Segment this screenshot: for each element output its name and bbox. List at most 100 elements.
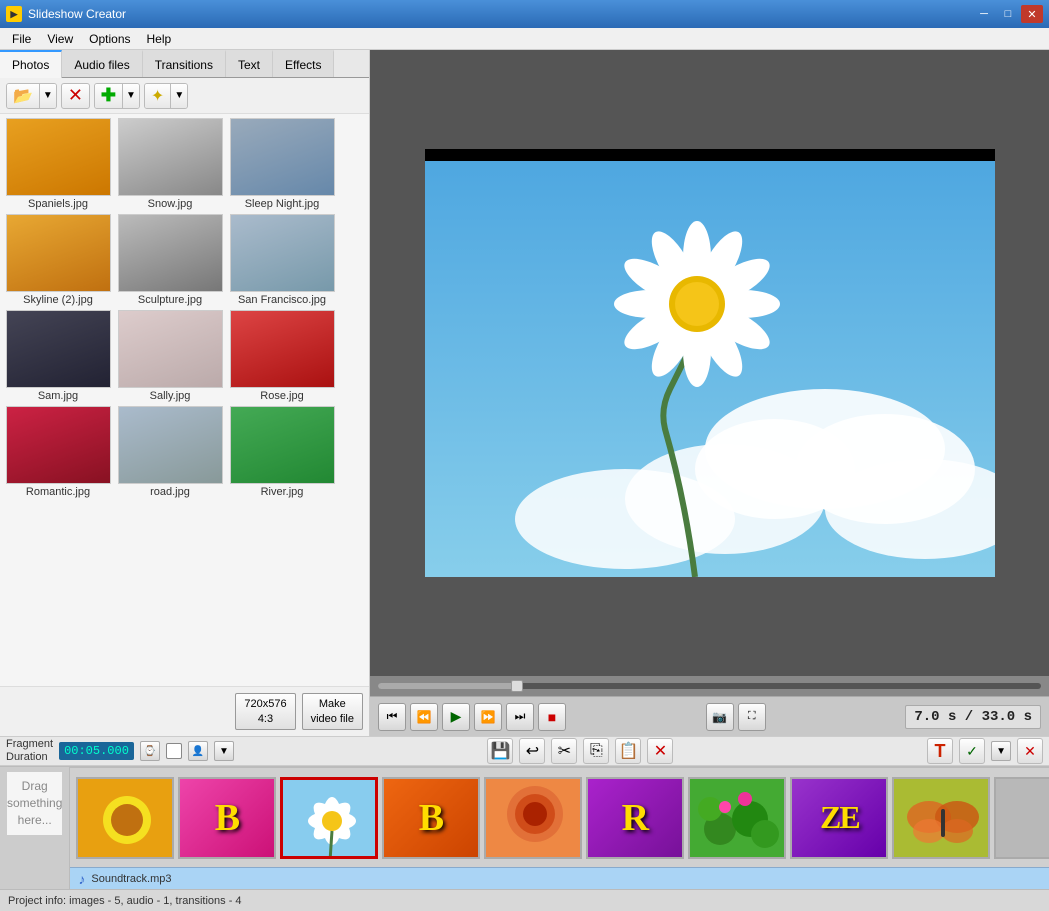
preview-svg xyxy=(425,149,995,577)
star-main[interactable]: ✦ xyxy=(145,84,170,108)
star-button-split[interactable]: ✦ ▼ xyxy=(144,83,188,109)
fragment-time-btn[interactable]: ⌚ xyxy=(140,741,160,761)
timeline-thumb-svg xyxy=(78,779,174,859)
music-icon: ♪ xyxy=(78,871,85,887)
seekbar-handle[interactable] xyxy=(511,680,523,692)
left-panel: Photos Audio files Transitions Text Effe… xyxy=(0,50,370,736)
list-item[interactable]: Sleep Night.jpg xyxy=(228,118,336,210)
fragment-face-btn[interactable]: 👤 xyxy=(188,741,208,761)
list-item[interactable]: Snow.jpg xyxy=(116,118,224,210)
fragment-bar: FragmentDuration 00:05.000 ⌚ 👤 ▼ 💾 ↩ ✂ ⎘… xyxy=(0,736,1049,766)
preview-image xyxy=(425,149,995,577)
timeline: B B xyxy=(70,767,1049,867)
tab-bar: Photos Audio files Transitions Text Effe… xyxy=(0,50,369,78)
fragment-arrow-btn[interactable]: ▼ xyxy=(214,741,234,761)
add-arrow[interactable]: ▼ xyxy=(122,84,139,108)
status-text: Project info: images - 5, audio - 1, tra… xyxy=(8,895,242,907)
confirm-button[interactable]: ✓ xyxy=(959,738,985,764)
fragment-checkbox[interactable] xyxy=(166,743,182,759)
paste-button[interactable]: 📋 xyxy=(615,738,641,764)
panel-toolbar: 📂 ▼ ✕ ✚ ▼ ✦ ▼ xyxy=(0,78,369,114)
confirm-arrow[interactable]: ▼ xyxy=(991,741,1011,761)
timeline-item[interactable]: ZE xyxy=(790,777,888,859)
seekbar[interactable] xyxy=(378,683,1041,689)
list-item[interactable]: Sam.jpg xyxy=(4,310,112,402)
fragment-label: FragmentDuration xyxy=(6,738,53,764)
timeline-green-svg xyxy=(690,779,786,859)
time-total: 33.0 s xyxy=(982,709,1032,725)
timeline-rose-svg xyxy=(486,779,582,859)
timeline-item-empty xyxy=(994,777,1049,859)
list-item[interactable]: Sally.jpg xyxy=(116,310,224,402)
menu-options[interactable]: Options xyxy=(81,30,138,48)
menu-view[interactable]: View xyxy=(39,30,81,48)
list-item[interactable]: Spaniels.jpg xyxy=(4,118,112,210)
cancel-button[interactable]: ✕ xyxy=(1017,738,1043,764)
menubar: File View Options Help xyxy=(0,28,1049,50)
seekbar-fill xyxy=(378,683,517,689)
timeline-item[interactable] xyxy=(688,777,786,859)
fragment-time: 00:05.000 xyxy=(59,742,134,760)
controls-bar: ⏮ ⏪ ▶ ⏩ ⏭ ■ 📷 ⛶ 7.0 s / 33.0 s xyxy=(370,696,1049,736)
add-main[interactable]: ✚ xyxy=(95,84,122,108)
tab-audio-files[interactable]: Audio files xyxy=(62,50,142,77)
text-button[interactable]: T xyxy=(927,738,953,764)
list-item[interactable]: Skyline (2).jpg xyxy=(4,214,112,306)
list-item[interactable]: San Francisco.jpg xyxy=(228,214,336,306)
timeline-item[interactable]: B xyxy=(178,777,276,859)
soundtrack-bar: ♪ Soundtrack.mp3 xyxy=(70,867,1049,889)
timeline-item[interactable] xyxy=(892,777,990,859)
list-item[interactable]: Sculpture.jpg xyxy=(116,214,224,306)
timeline-item[interactable] xyxy=(484,777,582,859)
timeline-item[interactable]: R xyxy=(586,777,684,859)
open-button-split[interactable]: 📂 ▼ xyxy=(6,83,57,109)
play-button[interactable]: ▶ xyxy=(442,703,470,731)
tab-transitions[interactable]: Transitions xyxy=(143,50,226,77)
soundtrack-label: Soundtrack.mp3 xyxy=(91,873,171,885)
frag-delete-button[interactable]: ✕ xyxy=(647,738,673,764)
timeline-item[interactable] xyxy=(76,777,174,859)
maximize-button[interactable]: □ xyxy=(997,5,1019,23)
fullscreen-button[interactable]: ⛶ xyxy=(738,703,766,731)
photo-grid: Spaniels.jpg Snow.jpg Sleep Night.jpg Sk… xyxy=(0,114,369,686)
next-end-button[interactable]: ⏭ xyxy=(506,703,534,731)
delete-button[interactable]: ✕ xyxy=(61,83,90,109)
menu-file[interactable]: File xyxy=(4,30,39,48)
stop-button[interactable]: ■ xyxy=(538,703,566,731)
star-arrow[interactable]: ▼ xyxy=(170,84,187,108)
timeline-item-selected[interactable] xyxy=(280,777,378,859)
size-button[interactable]: 720x576 4:3 xyxy=(235,693,295,730)
make-video-button[interactable]: Make video file xyxy=(302,693,363,730)
list-item[interactable]: Rose.jpg xyxy=(228,310,336,402)
right-bottom: B B xyxy=(70,767,1049,889)
close-button[interactable]: ✕ xyxy=(1021,5,1043,23)
preview-area xyxy=(370,50,1049,676)
list-item[interactable]: River.jpg xyxy=(228,406,336,498)
undo-button[interactable]: ↩ xyxy=(519,738,545,764)
copy-button[interactable]: ⎘ xyxy=(583,738,609,764)
minimize-button[interactable]: ─ xyxy=(973,5,995,23)
open-main[interactable]: 📂 xyxy=(7,84,39,108)
bottom-section: Drag something here... B xyxy=(0,766,1049,889)
menu-help[interactable]: Help xyxy=(139,30,180,48)
timeline-item[interactable]: B xyxy=(382,777,480,859)
statusbar: Project info: images - 5, audio - 1, tra… xyxy=(0,889,1049,911)
next-frame-button[interactable]: ⏩ xyxy=(474,703,502,731)
drag-area[interactable]: Drag something here... xyxy=(6,771,63,836)
time-display: 7.0 s / 33.0 s xyxy=(905,705,1041,729)
prev-start-button[interactable]: ⏮ xyxy=(378,703,406,731)
save-button[interactable]: 💾 xyxy=(487,738,513,764)
prev-frame-button[interactable]: ⏪ xyxy=(410,703,438,731)
time-current: 7.0 s xyxy=(914,709,956,725)
app-icon: ▶ xyxy=(6,6,22,22)
list-item[interactable]: Romantic.jpg xyxy=(4,406,112,498)
add-button-split[interactable]: ✚ ▼ xyxy=(94,83,140,109)
open-arrow[interactable]: ▼ xyxy=(39,84,56,108)
camera-button[interactable]: 📷 xyxy=(706,703,734,731)
tab-effects[interactable]: Effects xyxy=(273,50,334,77)
cut-button[interactable]: ✂ xyxy=(551,738,577,764)
tab-text[interactable]: Text xyxy=(226,50,273,77)
tab-photos[interactable]: Photos xyxy=(0,50,62,78)
app-title: Slideshow Creator xyxy=(28,7,973,21)
list-item[interactable]: road.jpg xyxy=(116,406,224,498)
